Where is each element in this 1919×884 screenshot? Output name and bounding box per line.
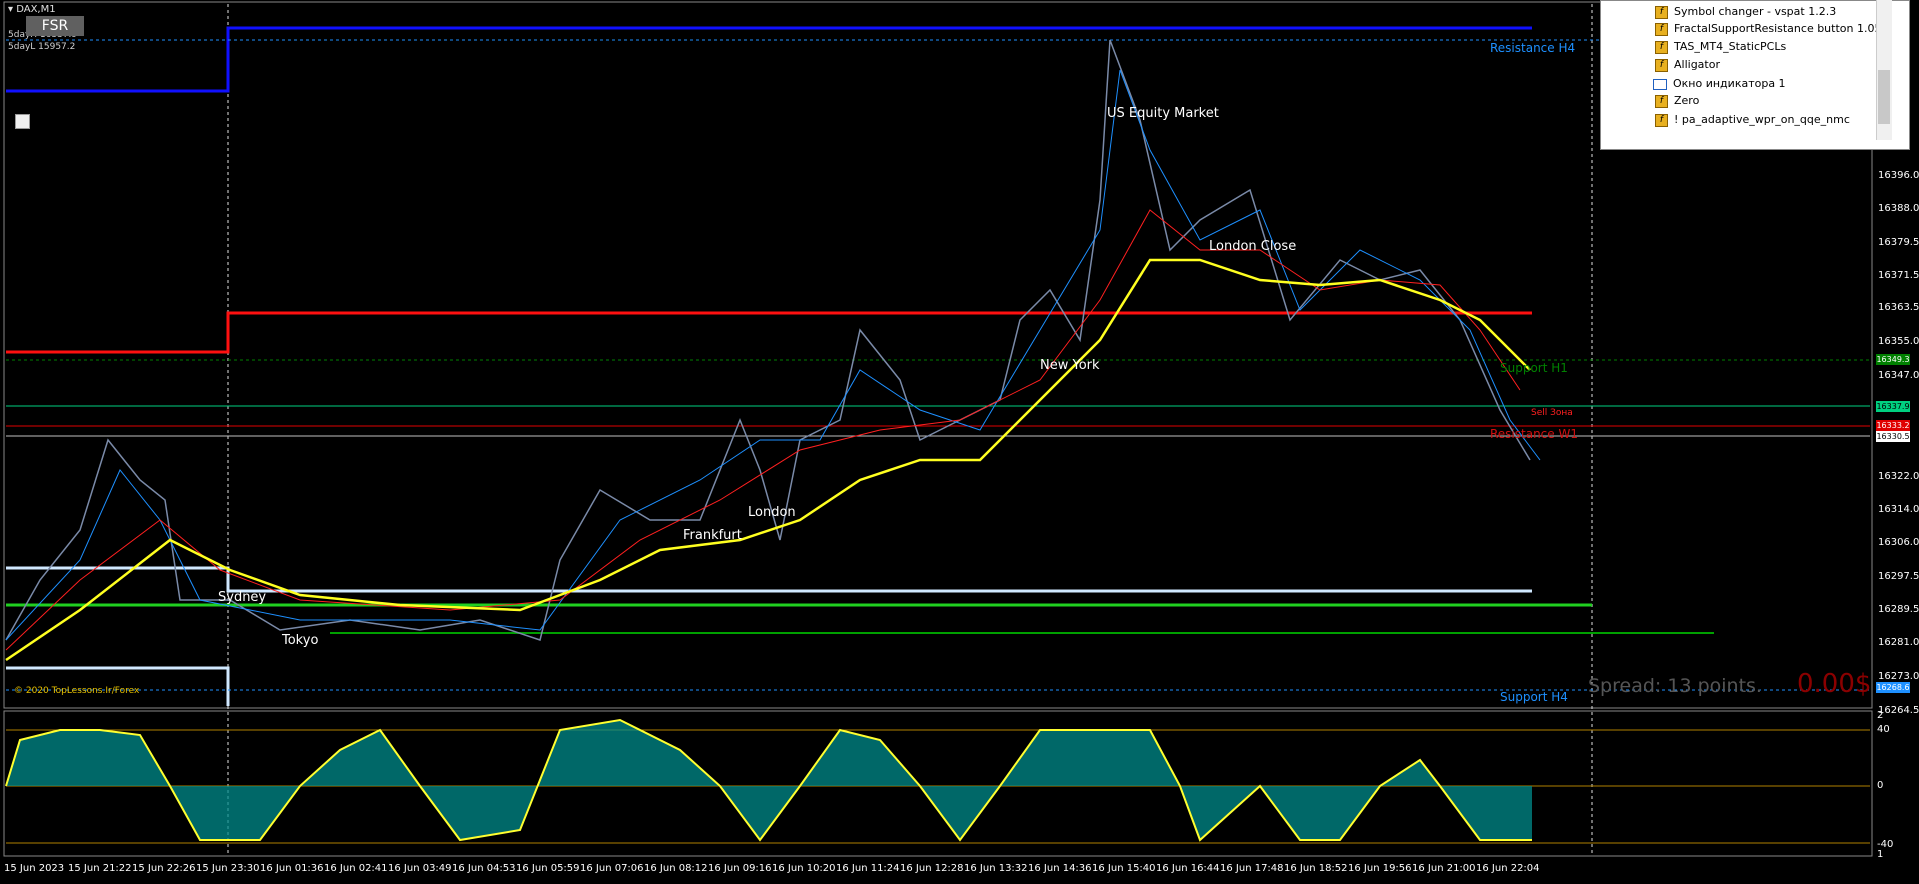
copyright-text: © 2020 TopLessons.Ir/Forex (14, 686, 140, 696)
price-axis-label: 16314.0 (1878, 504, 1919, 515)
session-label-new-york: New York (1040, 358, 1100, 373)
chart-window[interactable]: ▾ DAX,M1 5dayH 16337.9 5dayL 15957.2 FSR… (0, 0, 1919, 884)
navigator-item-label: ! pa_adaptive_wpr_on_qqe_nmc (1674, 113, 1850, 126)
price-tag: 16333.2 (1876, 420, 1910, 431)
price-axis-label: 16322.0 (1878, 471, 1919, 482)
time-axis-label: 16 Jun 19:56 (1348, 863, 1412, 874)
session-label-frankfurt: Frankfurt (683, 528, 742, 543)
time-axis-label: 16 Jun 08:12 (644, 863, 708, 874)
session-label-us-equity: US Equity Market (1107, 106, 1219, 121)
price-tag: 16337.9 (1876, 401, 1910, 412)
navigator-indicator-item[interactable]: f Symbol changer - vspat 1.2.3 (1655, 5, 1836, 19)
navigator-item-label: Zero (1674, 94, 1700, 107)
indicator-window-icon (1653, 78, 1667, 90)
price-axis-label: 16371.5 (1878, 270, 1919, 281)
navigator-indicator-item[interactable]: f Zero (1655, 94, 1699, 108)
level-label-resistance-h4: Resistance H4 (1490, 41, 1576, 55)
osc-axis-upper: 40 (1877, 724, 1890, 735)
time-axis-label: 16 Jun 03:49 (388, 863, 452, 874)
price-axis-label: 16396.0 (1878, 170, 1919, 181)
collapse-icon[interactable]: ▾ (8, 4, 16, 15)
time-axis-label: 16 Jun 21:00 (1412, 863, 1476, 874)
time-axis-label: 16 Jun 14:36 (1028, 863, 1092, 874)
time-axis-label: 16 Jun 07:06 (580, 863, 644, 874)
time-axis-label: 16 Jun 05:59 (516, 863, 580, 874)
price-tag: 16330.5 (1876, 431, 1910, 442)
navigator-window-item[interactable]: Окно индикатора 1 (1653, 77, 1786, 90)
navigator-item-label: Symbol changer - vspat 1.2.3 (1674, 5, 1837, 18)
oscillator-fill (6, 720, 1532, 840)
price-axis-label: 16297.5 (1878, 571, 1919, 582)
navigator-indicator-item[interactable]: f FractalSupportResistance button 1.05 (1655, 22, 1881, 36)
window-title: ▾ DAX,M1 (8, 4, 56, 15)
time-axis-label: 16 Jun 04:53 (452, 863, 516, 874)
level-label-resistance-w1: Resistance W1 (1490, 427, 1578, 441)
resistance-h4-line (6, 26, 1532, 93)
indicator-function-icon: f (1655, 58, 1668, 72)
time-axis-label: 16 Jun 15:40 (1092, 863, 1156, 874)
time-axis-label: 16 Jun 02:41 (324, 863, 388, 874)
time-axis-label: 15 Jun 21:22 (68, 863, 132, 874)
time-axis-label: 16 Jun 17:48 (1220, 863, 1284, 874)
level-label-support-h4: Support H4 (1500, 690, 1568, 704)
price-axis-label: 16388.0 (1878, 203, 1919, 214)
time-axis-label: 16 Jun 11:24 (836, 863, 900, 874)
navigator-indicator-item[interactable]: f ! pa_adaptive_wpr_on_qqe_nmc (1655, 113, 1850, 127)
mid-ma-line (5, 209, 1521, 651)
indicator-function-icon: f (1655, 113, 1668, 127)
spread-readout: Spread: 13 points. (1588, 675, 1762, 697)
time-axis-label: 16 Jun 10:20 (772, 863, 836, 874)
fsr-button[interactable]: FSR (26, 16, 84, 36)
price-axis-label: 16347.0 (1878, 370, 1919, 381)
level-label-sell-zone: Sell Зона (1531, 408, 1573, 418)
five-day-low: 5dayL 15957.2 (8, 42, 76, 52)
time-axis-label: 16 Jun 22:04 (1476, 863, 1540, 874)
session-label-london-close: London Close (1209, 239, 1297, 254)
session-label-sydney: Sydney (218, 590, 267, 605)
price-axis-label: 16264.5 (1878, 705, 1919, 716)
indicator-function-icon: f (1655, 5, 1668, 19)
time-axis-label: 16 Jun 12:28 (900, 863, 964, 874)
time-axis-label: 16 Jun 16:44 (1156, 863, 1220, 874)
osc-axis-bottom: 1 (1877, 849, 1884, 860)
toggle-checkbox[interactable] (15, 114, 30, 129)
profit-readout: 0.00$ (1797, 669, 1872, 699)
time-axis-label: 16 Jun 09:16 (708, 863, 772, 874)
time-axis-label: 15 Jun 2023 (4, 863, 65, 874)
indicator-function-icon: f (1655, 22, 1668, 36)
indicator-list-panel[interactable]: f Symbol changer - vspat 1.2.3 f FractalSup… (1600, 0, 1910, 150)
price-tag: 16268.6 (1876, 682, 1910, 693)
time-axis-label: 16 Jun 18:52 (1284, 863, 1348, 874)
symbol-timeframe: DAX,M1 (16, 4, 56, 15)
time-axis-label: 15 Jun 22:26 (132, 863, 196, 874)
navigator-item-label: FractalSupportResistance button 1.05 (1674, 22, 1882, 35)
red-level-line (6, 311, 1532, 354)
scrollbar-thumb[interactable] (1878, 70, 1890, 124)
fast-ma-line (5, 69, 1541, 641)
indicator-function-icon: f (1655, 94, 1668, 108)
level-label-support-h1: Support H1 (1500, 361, 1568, 375)
osc-axis-top: 2 (1877, 710, 1884, 721)
price-axis-label: 16306.0 (1878, 537, 1919, 548)
time-axis-label: 16 Jun 01:36 (260, 863, 324, 874)
price-axis-label: 16363.5 (1878, 302, 1919, 313)
navigator-indicator-item[interactable]: f Alligator (1655, 58, 1720, 72)
price-axis-label: 16281.0 (1878, 637, 1919, 648)
navigator-indicator-item[interactable]: f TAS_MT4_StaticPCLs (1655, 40, 1786, 54)
navigator-item-label: TAS_MT4_StaticPCLs (1674, 40, 1787, 53)
time-axis-label: 16 Jun 13:32 (964, 863, 1028, 874)
price-axis-label: 16273.0 (1878, 671, 1919, 682)
price-line (5, 39, 1531, 641)
time-axis-label: 15 Jun 23:30 (196, 863, 260, 874)
session-label-london: London (748, 505, 796, 520)
price-axis-label: 16379.5 (1878, 237, 1919, 248)
price-axis-label: 16289.5 (1878, 604, 1919, 615)
session-label-tokyo: Tokyo (282, 633, 319, 648)
osc-axis-mid: 0 (1877, 780, 1884, 791)
navigator-item-label: Alligator (1674, 58, 1720, 71)
indicator-function-icon: f (1655, 40, 1668, 54)
navigator-item-label: Окно индикатора 1 (1673, 77, 1786, 90)
price-axis-label: 16355.0 (1878, 336, 1919, 347)
price-tag: 16349.3 (1876, 354, 1910, 365)
